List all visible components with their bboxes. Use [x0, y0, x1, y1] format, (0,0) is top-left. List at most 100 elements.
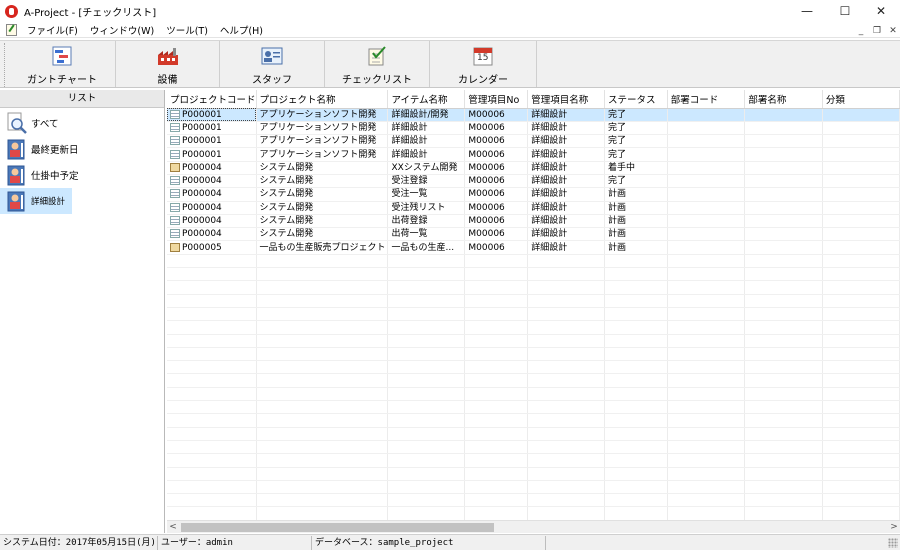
- table-cell[interactable]: システム開発: [256, 161, 389, 175]
- table-cell[interactable]: XXシステム開発: [387, 161, 466, 175]
- table-cell[interactable]: M00006: [464, 240, 529, 255]
- table-cell[interactable]: アプリケーションソフト開発: [256, 121, 389, 136]
- table-cell[interactable]: [744, 134, 823, 149]
- table-cell[interactable]: [744, 201, 823, 215]
- table-cell[interactable]: 計画: [604, 227, 668, 242]
- table-cell[interactable]: 計画: [604, 214, 668, 229]
- table-cell[interactable]: 詳細設計: [527, 161, 605, 175]
- column-header[interactable]: ステータス: [604, 90, 668, 109]
- table-cell[interactable]: 受注残リスト: [387, 201, 466, 215]
- table-cell[interactable]: [667, 201, 746, 215]
- table-cell[interactable]: [744, 187, 823, 202]
- calendar-button[interactable]: 15 カレンダー: [430, 41, 537, 87]
- table-cell[interactable]: [667, 121, 746, 136]
- table-cell[interactable]: P000004: [167, 214, 257, 229]
- table-cell[interactable]: M00006: [464, 161, 529, 175]
- table-cell[interactable]: [667, 108, 746, 122]
- table-cell[interactable]: システム開発: [256, 174, 389, 189]
- table-cell[interactable]: M00006: [464, 201, 529, 215]
- column-header[interactable]: 部署名称: [744, 90, 823, 109]
- table-cell[interactable]: [822, 201, 900, 215]
- table-row[interactable]: P000004 システム開発 受注一覧 M00006 詳細設計 計画: [167, 187, 900, 202]
- table-cell[interactable]: 着手中: [604, 161, 668, 175]
- table-cell[interactable]: [744, 214, 823, 229]
- table-cell[interactable]: 詳細設計: [527, 214, 605, 229]
- table-cell[interactable]: M00006: [464, 214, 529, 229]
- table-cell[interactable]: M00006: [464, 227, 529, 242]
- table-row[interactable]: P000001 アプリケーションソフト開発 詳細設計/開発 M00006 詳細設計 完了: [167, 108, 900, 122]
- table-cell[interactable]: [667, 214, 746, 229]
- table-cell[interactable]: P000004: [167, 227, 257, 242]
- menu-file[interactable]: ファイル(F): [21, 23, 84, 37]
- table-row[interactable]: P000004 システム開発 出荷登録 M00006 詳細設計 計画: [167, 214, 900, 229]
- table-cell[interactable]: P000001: [167, 108, 257, 122]
- resize-grip[interactable]: [888, 538, 898, 548]
- table-cell[interactable]: システム開発: [256, 214, 389, 229]
- table-row[interactable]: P000004 システム開発 受注登録 M00006 詳細設計 完了: [167, 174, 900, 189]
- column-header[interactable]: 管理項目名称: [527, 90, 605, 109]
- table-cell[interactable]: [822, 214, 900, 229]
- table-cell[interactable]: 完了: [604, 108, 668, 122]
- table-cell[interactable]: 受注登録: [387, 174, 466, 189]
- table-cell[interactable]: [822, 240, 900, 255]
- list-item-detailed-design[interactable]: 詳細設計: [0, 188, 72, 214]
- horizontal-scrollbar[interactable]: < >: [167, 520, 900, 533]
- table-cell[interactable]: システム開発: [256, 187, 389, 202]
- table-cell[interactable]: M00006: [464, 174, 529, 189]
- table-cell[interactable]: 詳細設計: [527, 187, 605, 202]
- table-cell[interactable]: 完了: [604, 174, 668, 189]
- table-cell[interactable]: [822, 134, 900, 149]
- table-cell[interactable]: 完了: [604, 147, 668, 162]
- table-cell[interactable]: 計画: [604, 187, 668, 202]
- table-cell[interactable]: [667, 174, 746, 189]
- table-cell[interactable]: [667, 134, 746, 149]
- list-item-in-progress[interactable]: 仕掛中予定: [0, 162, 164, 188]
- table-cell[interactable]: M00006: [464, 108, 529, 122]
- table-cell[interactable]: 一品もの生産...: [387, 240, 466, 255]
- table-cell[interactable]: 詳細設計: [527, 147, 605, 162]
- table-row[interactable]: P000004 システム開発 受注残リスト M00006 詳細設計 計画: [167, 201, 900, 215]
- table-cell[interactable]: 一品もの生産販売プロジェクト: [256, 240, 389, 255]
- table-cell[interactable]: M00006: [464, 134, 529, 149]
- table-cell[interactable]: 詳細設計: [527, 240, 605, 255]
- table-cell[interactable]: 出荷登録: [387, 214, 466, 229]
- column-header[interactable]: 管理項目No: [464, 90, 529, 109]
- table-cell[interactable]: 詳細設計: [387, 121, 466, 136]
- table-cell[interactable]: 詳細設計: [527, 121, 605, 136]
- mdi-minimize-button[interactable]: _: [854, 25, 868, 36]
- scrollbar-thumb[interactable]: [181, 523, 494, 532]
- table-cell[interactable]: システム開発: [256, 201, 389, 215]
- table-cell[interactable]: 詳細設計: [387, 134, 466, 149]
- table-cell[interactable]: P000001: [167, 147, 257, 162]
- table-cell[interactable]: [822, 174, 900, 189]
- scroll-right-button[interactable]: >: [888, 521, 900, 534]
- table-cell[interactable]: [744, 227, 823, 242]
- table-row[interactable]: P000001 アプリケーションソフト開発 詳細設計 M00006 詳細設計 完了: [167, 147, 900, 162]
- scroll-left-button[interactable]: <: [167, 521, 179, 534]
- table-cell[interactable]: M00006: [464, 121, 529, 136]
- table-cell[interactable]: [667, 187, 746, 202]
- column-header[interactable]: アイテム名称: [387, 90, 466, 109]
- table-cell[interactable]: [822, 108, 900, 122]
- table-cell[interactable]: M00006: [464, 147, 529, 162]
- table-cell[interactable]: [667, 240, 746, 255]
- table-cell[interactable]: [822, 187, 900, 202]
- table-cell[interactable]: [744, 147, 823, 162]
- table-cell[interactable]: 詳細設計: [527, 174, 605, 189]
- gantt-chart-button[interactable]: ガントチャート: [9, 41, 116, 87]
- list-item-last-updated[interactable]: 最終更新日: [0, 136, 164, 162]
- table-row[interactable]: P000005 一品もの生産販売プロジェクト 一品もの生産... M00006 詳細設計…: [167, 240, 900, 255]
- table-cell[interactable]: P000004: [167, 201, 257, 215]
- table-cell[interactable]: [744, 174, 823, 189]
- table-cell[interactable]: 完了: [604, 134, 668, 149]
- table-row[interactable]: P000004 システム開発 XXシステム開発 M00006 詳細設計 着手中: [167, 161, 900, 175]
- table-cell[interactable]: [822, 227, 900, 242]
- table-cell[interactable]: P000005: [167, 240, 257, 255]
- table-cell[interactable]: システム開発: [256, 227, 389, 242]
- column-header[interactable]: プロジェクト名称: [256, 90, 389, 109]
- mdi-restore-button[interactable]: ❐: [870, 25, 884, 36]
- table-cell[interactable]: 受注一覧: [387, 187, 466, 202]
- list-item-all[interactable]: すべて: [0, 110, 164, 136]
- table-row[interactable]: P000001 アプリケーションソフト開発 詳細設計 M00006 詳細設計 完了: [167, 121, 900, 136]
- menu-window[interactable]: ウィンドウ(W): [84, 23, 160, 37]
